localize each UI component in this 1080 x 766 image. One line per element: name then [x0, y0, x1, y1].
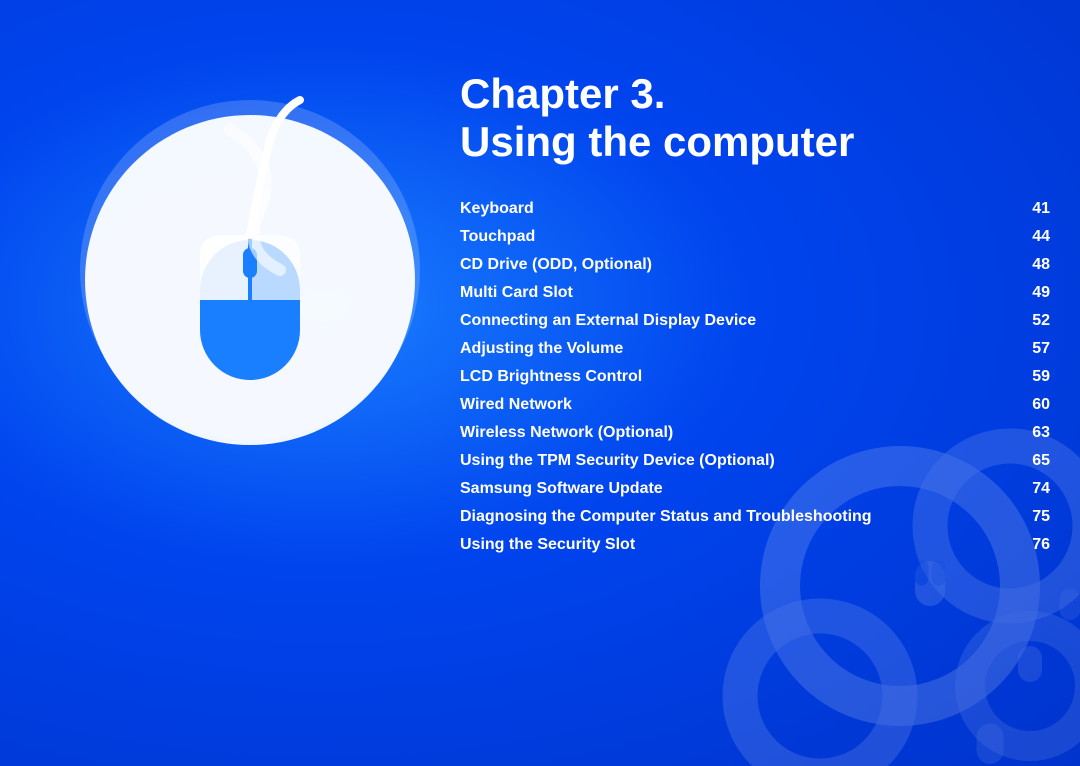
- toc-page: 76: [1010, 536, 1050, 554]
- toc-page: 44: [1010, 228, 1050, 246]
- toc-page: 41: [1010, 200, 1050, 218]
- toc-label: Diagnosing the Computer Status and Troub…: [460, 508, 1010, 526]
- toc-label: Using the Security Slot: [460, 536, 1010, 554]
- toc-page: 49: [1010, 284, 1050, 302]
- toc-label: Samsung Software Update: [460, 480, 1010, 498]
- toc-item: Adjusting the Volume57: [460, 335, 1050, 363]
- toc-label: Wired Network: [460, 396, 1010, 414]
- left-illustration: [60, 80, 440, 460]
- toc-label: LCD Brightness Control: [460, 368, 1010, 386]
- toc-label: Connecting an External Display Device: [460, 312, 1010, 330]
- toc-page: 48: [1010, 256, 1050, 274]
- toc-item: Wired Network60: [460, 391, 1050, 419]
- toc-label: Adjusting the Volume: [460, 340, 1010, 358]
- toc-page: 60: [1010, 396, 1050, 414]
- toc-page: 59: [1010, 368, 1050, 386]
- toc-label: Using the TPM Security Device (Optional): [460, 452, 1010, 470]
- toc-item: Samsung Software Update74: [460, 475, 1050, 503]
- toc-page: 57: [1010, 340, 1050, 358]
- toc-page: 74: [1010, 480, 1050, 498]
- toc-page: 65: [1010, 452, 1050, 470]
- toc-page: 52: [1010, 312, 1050, 330]
- toc-label: Multi Card Slot: [460, 284, 1010, 302]
- toc-item: Using the TPM Security Device (Optional)…: [460, 447, 1050, 475]
- table-of-contents: Keyboard41Touchpad44CD Drive (ODD, Optio…: [460, 195, 1050, 559]
- toc-item: Connecting an External Display Device52: [460, 307, 1050, 335]
- chapter-title: Chapter 3. Using the computer: [460, 70, 1050, 167]
- toc-item: Multi Card Slot49: [460, 279, 1050, 307]
- toc-item: Wireless Network (Optional)63: [460, 419, 1050, 447]
- chapter-name: Using the computer: [460, 118, 1050, 166]
- toc-item: CD Drive (ODD, Optional)48: [460, 251, 1050, 279]
- toc-label: Wireless Network (Optional): [460, 424, 1010, 442]
- toc-page: 75: [1010, 508, 1050, 526]
- toc-item: Touchpad44: [460, 223, 1050, 251]
- chapter-number: Chapter 3.: [460, 70, 1050, 118]
- toc-item: LCD Brightness Control59: [460, 363, 1050, 391]
- toc-item: Using the Security Slot76: [460, 531, 1050, 559]
- toc-page: 63: [1010, 424, 1050, 442]
- toc-label: Keyboard: [460, 200, 1010, 218]
- main-content: Chapter 3. Using the computer Keyboard41…: [460, 70, 1050, 746]
- toc-item: Keyboard41: [460, 195, 1050, 223]
- toc-item: Diagnosing the Computer Status and Troub…: [460, 503, 1050, 531]
- toc-label: Touchpad: [460, 228, 1010, 246]
- mouse-icon: [60, 80, 440, 460]
- toc-label: CD Drive (ODD, Optional): [460, 256, 1010, 274]
